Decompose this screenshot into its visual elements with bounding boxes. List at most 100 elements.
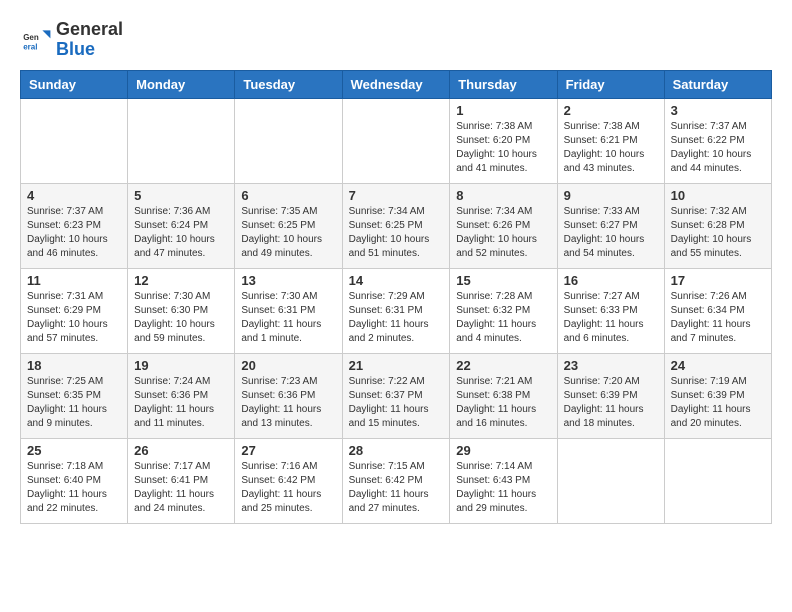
day-header-monday: Monday [128,70,235,98]
day-number: 11 [27,273,121,288]
logo-text: General Blue [56,20,123,60]
calendar-cell: 21Sunrise: 7:22 AMSunset: 6:37 PMDayligh… [342,353,450,438]
day-info: Sunrise: 7:38 AMSunset: 6:20 PMDaylight:… [456,120,550,176]
day-number: 8 [456,188,550,203]
logo-blue: Blue [56,39,95,59]
day-info: Sunrise: 7:33 AMSunset: 6:27 PMDaylight:… [564,205,658,261]
calendar-cell: 13 Sunrise: 7:30 AMSunset: 6:31 PMDayligh… [235,268,342,353]
day-number: 25 [27,443,121,458]
page-header: Gen eral General Blue [20,20,772,60]
calendar-cell: 23 Sunrise: 7:20 AMSunset: 6:39 PMDayligh… [557,353,664,438]
calendar-cell: 20Sunrise: 7:23 AMSunset: 6:36 PMDayligh… [235,353,342,438]
calendar-cell: 12 Sunrise: 7:30 AMSunset: 6:30 PMDayligh… [128,268,235,353]
calendar-cell: 27 Sunrise: 7:16 AMSunset: 6:42 PMDayligh… [235,438,342,523]
calendar-cell: 24 Sunrise: 7:19 AMSunset: 6:39 PMDayligh… [664,353,771,438]
day-info: Sunrise: 7:32 AMSunset: 6:28 PMDaylight:… [671,205,765,261]
day-number: 1 [456,103,550,118]
day-number: 19 [134,358,228,373]
calendar-cell [235,98,342,183]
day-number: 21 [349,358,444,373]
day-info: Sunrise: 7:27 AMSunset: 6:33 PMDaylight:… [564,290,658,346]
day-info: Sunrise: 7:35 AMSunset: 6:25 PMDaylight:… [241,205,335,261]
calendar-cell [128,98,235,183]
day-number: 5 [134,188,228,203]
calendar-cell [342,98,450,183]
calendar-cell: 19 Sunrise: 7:24 AMSunset: 6:36 PMDayligh… [128,353,235,438]
logo-icon: Gen eral [20,24,52,56]
day-number: 14 [349,273,444,288]
day-info: Sunrise: 7:19 AMSunset: 6:39 PMDaylight:… [671,375,765,431]
logo: Gen eral General Blue [20,20,123,60]
calendar-cell: 25Sunrise: 7:18 AMSunset: 6:40 PMDayligh… [21,438,128,523]
day-info: Sunrise: 7:14 AMSunset: 6:43 PMDaylight:… [456,460,550,516]
day-number: 2 [564,103,658,118]
day-number: 3 [671,103,765,118]
day-info: Sunrise: 7:37 AMSunset: 6:23 PMDaylight:… [27,205,121,261]
day-info: Sunrise: 7:15 AMSunset: 6:42 PMDaylight:… [349,460,444,516]
day-number: 16 [564,273,658,288]
calendar-cell: 2 Sunrise: 7:38 AMSunset: 6:21 PMDaylight… [557,98,664,183]
calendar-header-row: SundayMondayTuesdayWednesdayThursdayFrid… [21,70,772,98]
calendar-cell: 1 Sunrise: 7:38 AMSunset: 6:20 PMDaylight… [450,98,557,183]
day-info: Sunrise: 7:20 AMSunset: 6:39 PMDaylight:… [564,375,658,431]
day-header-wednesday: Wednesday [342,70,450,98]
day-number: 10 [671,188,765,203]
day-number: 4 [27,188,121,203]
calendar-cell: 10 Sunrise: 7:32 AMSunset: 6:28 PMDayligh… [664,183,771,268]
day-number: 29 [456,443,550,458]
day-header-tuesday: Tuesday [235,70,342,98]
svg-text:eral: eral [23,42,37,51]
svg-text:Gen: Gen [23,33,39,42]
calendar-cell [21,98,128,183]
calendar-cell: 4 Sunrise: 7:37 AMSunset: 6:23 PMDaylight… [21,183,128,268]
day-info: Sunrise: 7:16 AMSunset: 6:42 PMDaylight:… [241,460,335,516]
day-info: Sunrise: 7:25 AMSunset: 6:35 PMDaylight:… [27,375,121,431]
day-info: Sunrise: 7:36 AMSunset: 6:24 PMDaylight:… [134,205,228,261]
calendar-cell [664,438,771,523]
week-row-4: 18 Sunrise: 7:25 AMSunset: 6:35 PMDayligh… [21,353,772,438]
day-header-friday: Friday [557,70,664,98]
week-row-3: 11 Sunrise: 7:31 AMSunset: 6:29 PMDayligh… [21,268,772,353]
day-info: Sunrise: 7:26 AMSunset: 6:34 PMDaylight:… [671,290,765,346]
day-number: 12 [134,273,228,288]
calendar-cell: 6 Sunrise: 7:35 AMSunset: 6:25 PMDaylight… [235,183,342,268]
calendar-cell: 15Sunrise: 7:28 AMSunset: 6:32 PMDayligh… [450,268,557,353]
day-number: 24 [671,358,765,373]
day-number: 9 [564,188,658,203]
calendar-cell: 29 Sunrise: 7:14 AMSunset: 6:43 PMDayligh… [450,438,557,523]
calendar-cell: 8 Sunrise: 7:34 AMSunset: 6:26 PMDaylight… [450,183,557,268]
day-number: 17 [671,273,765,288]
day-number: 7 [349,188,444,203]
day-number: 13 [241,273,335,288]
calendar-cell: 17 Sunrise: 7:26 AMSunset: 6:34 PMDayligh… [664,268,771,353]
day-number: 18 [27,358,121,373]
day-number: 6 [241,188,335,203]
day-number: 28 [349,443,444,458]
day-info: Sunrise: 7:29 AMSunset: 6:31 PMDaylight:… [349,290,444,346]
day-info: Sunrise: 7:30 AMSunset: 6:30 PMDaylight:… [134,290,228,346]
day-info: Sunrise: 7:17 AMSunset: 6:41 PMDaylight:… [134,460,228,516]
calendar-cell: 16 Sunrise: 7:27 AMSunset: 6:33 PMDayligh… [557,268,664,353]
day-number: 22 [456,358,550,373]
calendar-cell: 3Sunrise: 7:37 AMSunset: 6:22 PMDaylight… [664,98,771,183]
calendar-cell: 11 Sunrise: 7:31 AMSunset: 6:29 PMDayligh… [21,268,128,353]
calendar-cell: 5 Sunrise: 7:36 AMSunset: 6:24 PMDaylight… [128,183,235,268]
day-header-sunday: Sunday [21,70,128,98]
calendar-cell: 14 Sunrise: 7:29 AMSunset: 6:31 PMDayligh… [342,268,450,353]
week-row-2: 4 Sunrise: 7:37 AMSunset: 6:23 PMDaylight… [21,183,772,268]
day-info: Sunrise: 7:24 AMSunset: 6:36 PMDaylight:… [134,375,228,431]
logo-general: General [56,19,123,39]
day-number: 27 [241,443,335,458]
day-number: 23 [564,358,658,373]
calendar-cell: 7 Sunrise: 7:34 AMSunset: 6:25 PMDaylight… [342,183,450,268]
day-info: Sunrise: 7:31 AMSunset: 6:29 PMDaylight:… [27,290,121,346]
calendar-cell: 28 Sunrise: 7:15 AMSunset: 6:42 PMDayligh… [342,438,450,523]
day-info: Sunrise: 7:34 AMSunset: 6:26 PMDaylight:… [456,205,550,261]
day-info: Sunrise: 7:34 AMSunset: 6:25 PMDaylight:… [349,205,444,261]
day-info: Sunrise: 7:30 AMSunset: 6:31 PMDaylight:… [241,290,335,346]
day-info: Sunrise: 7:38 AMSunset: 6:21 PMDaylight:… [564,120,658,176]
calendar-cell: 22Sunrise: 7:21 AMSunset: 6:38 PMDayligh… [450,353,557,438]
day-number: 20 [241,358,335,373]
calendar-cell: 9 Sunrise: 7:33 AMSunset: 6:27 PMDaylight… [557,183,664,268]
calendar-table: SundayMondayTuesdayWednesdayThursdayFrid… [20,70,772,524]
